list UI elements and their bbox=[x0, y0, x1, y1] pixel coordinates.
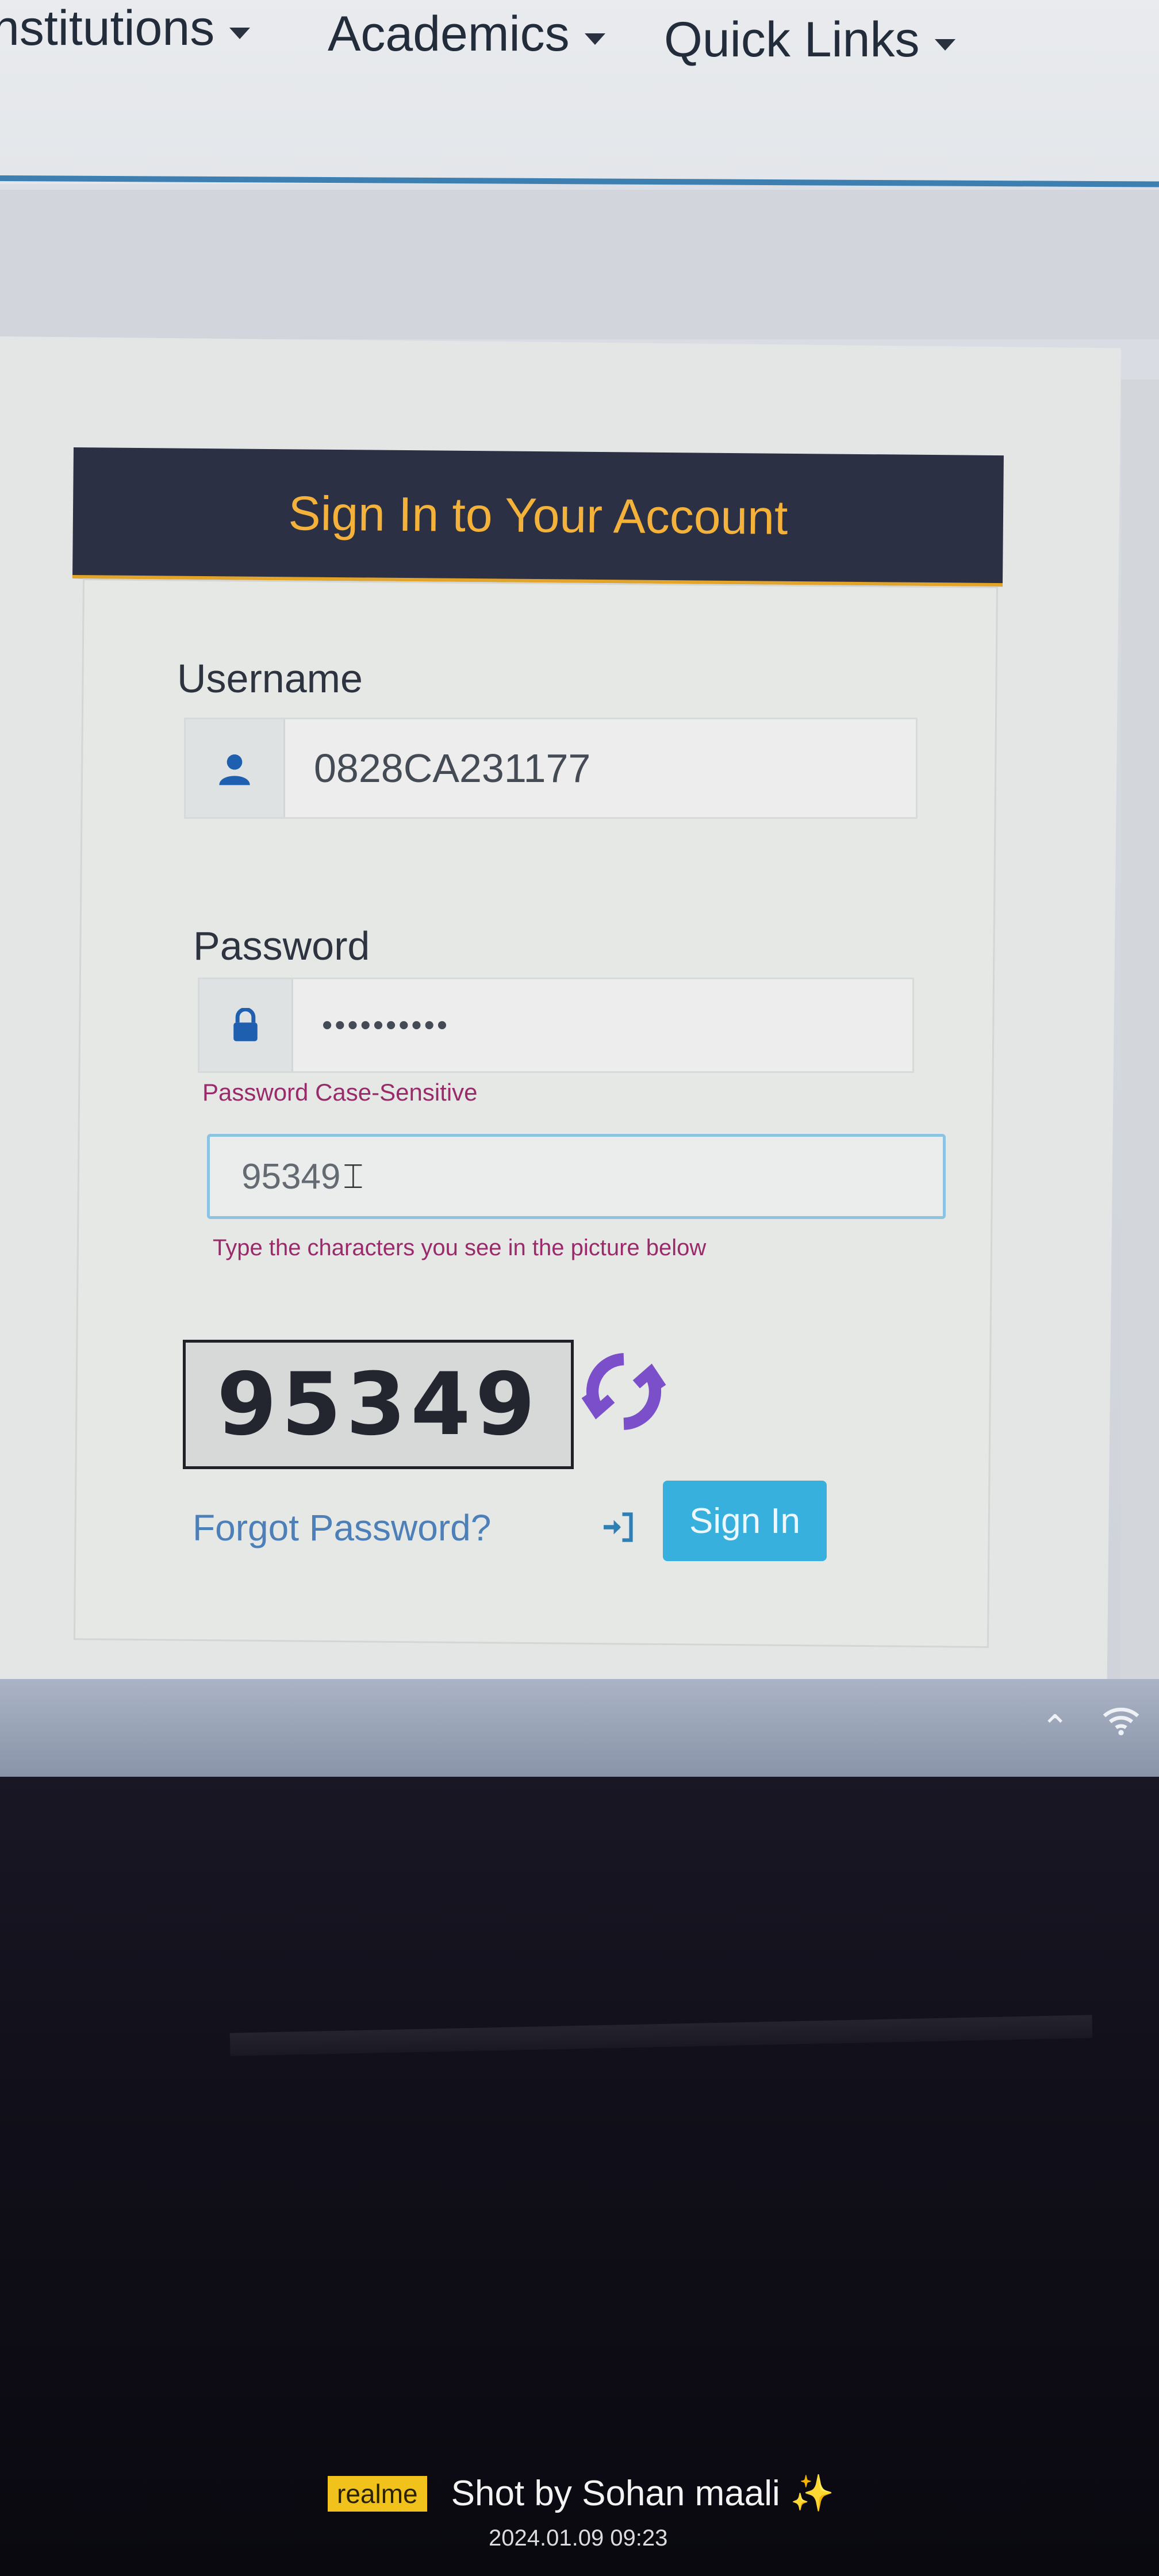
username-group: 0828CA231177 bbox=[184, 718, 918, 819]
screen: nstitutions Academics Quick Links Sign I… bbox=[0, 0, 1159, 1777]
forgot-password-link[interactable]: Forgot Password? bbox=[193, 1506, 491, 1549]
nav-academics[interactable]: Academics bbox=[328, 6, 605, 63]
nav-institutions[interactable]: nstitutions bbox=[0, 0, 251, 57]
watermark-brand: realme bbox=[328, 2475, 427, 2512]
text-cursor-icon: ⌶ bbox=[343, 1157, 364, 1195]
side-panel bbox=[1121, 379, 1159, 1702]
captcha-input[interactable]: 95349 ⌶ bbox=[207, 1134, 946, 1219]
password-group: •••••••••• bbox=[198, 977, 914, 1073]
captcha-image-text: 95349 bbox=[217, 1354, 540, 1455]
top-navbar: nstitutions Academics Quick Links bbox=[0, 0, 1159, 187]
refresh-icon[interactable] bbox=[581, 1348, 667, 1435]
caret-down-icon bbox=[934, 39, 955, 51]
caret-down-icon bbox=[584, 33, 605, 45]
password-addon bbox=[199, 979, 293, 1071]
username-addon bbox=[186, 719, 285, 817]
username-input[interactable]: 0828CA231177 bbox=[285, 719, 916, 817]
login-title: Sign In to Your Account bbox=[288, 485, 788, 545]
password-hint: Password Case-Sensitive bbox=[202, 1079, 478, 1106]
chevron-up-icon[interactable]: ⌃ bbox=[1041, 1708, 1069, 1748]
username-label: Username bbox=[177, 656, 363, 701]
user-icon bbox=[219, 754, 250, 785]
watermark-text: Shot by Sohan maali ✨ bbox=[451, 2474, 835, 2513]
photo-watermark: realme Shot by Sohan maali ✨ bbox=[328, 2472, 834, 2514]
password-label: Password bbox=[193, 923, 370, 968]
captcha-input-value: 95349 bbox=[241, 1156, 341, 1197]
hinge bbox=[229, 2015, 1093, 2056]
nav-institutions-label: nstitutions bbox=[0, 1, 215, 56]
nav-quick-links-label: Quick Links bbox=[664, 12, 920, 67]
login-card-header: Sign In to Your Account bbox=[72, 447, 1004, 587]
nav-quick-links[interactable]: Quick Links bbox=[664, 12, 955, 68]
nav-divider bbox=[0, 175, 1159, 187]
sign-in-button[interactable]: Sign In bbox=[663, 1481, 827, 1561]
wifi-icon[interactable] bbox=[1101, 1699, 1141, 1739]
watermark-date: 2024.01.09 09:23 bbox=[489, 2525, 668, 2551]
header-band bbox=[0, 190, 1159, 339]
lock-icon bbox=[233, 1008, 258, 1041]
captcha-image: 95349 bbox=[183, 1340, 574, 1469]
captcha-hint: Type the characters you see in the pictu… bbox=[213, 1235, 707, 1260]
password-input[interactable]: •••••••••• bbox=[293, 979, 912, 1071]
laptop-bezel bbox=[0, 1777, 1159, 2576]
sign-in-icon bbox=[604, 1512, 633, 1542]
taskbar bbox=[0, 1679, 1159, 1777]
nav-academics-label: Academics bbox=[328, 6, 570, 62]
caret-down-icon bbox=[229, 27, 251, 39]
